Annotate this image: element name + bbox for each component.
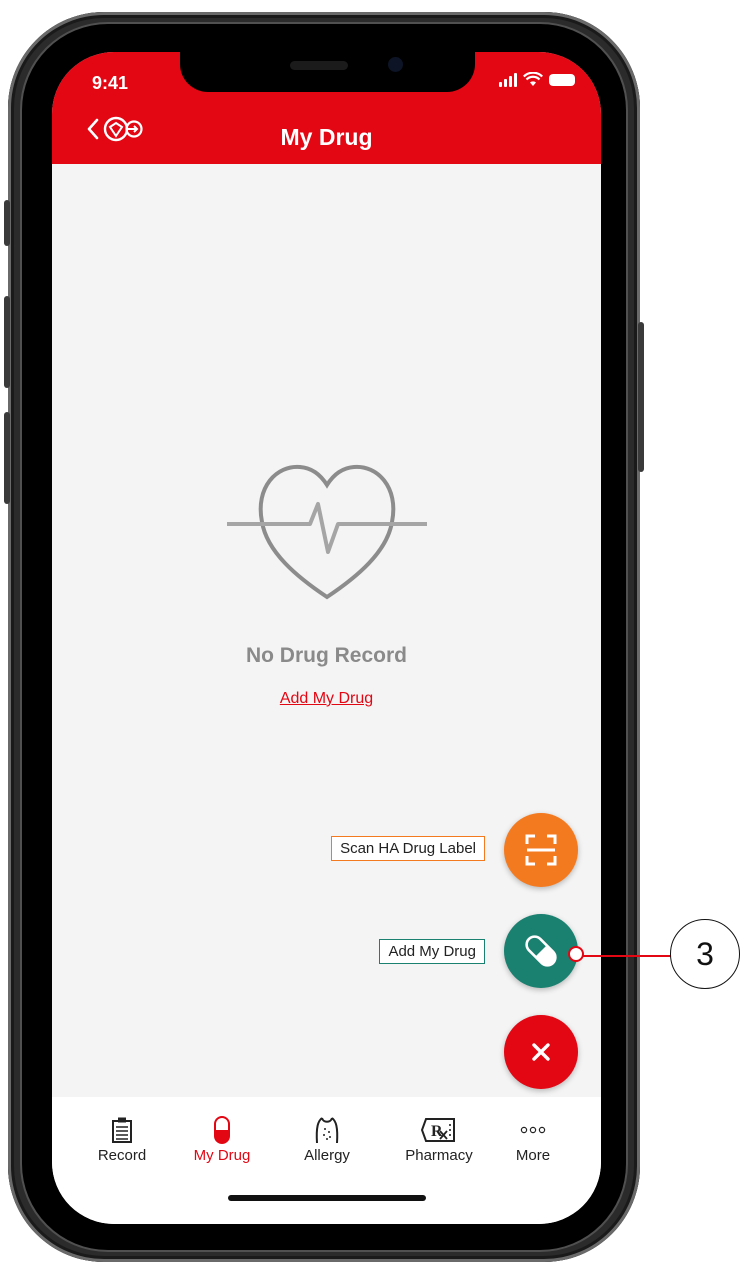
callout-dot [568,946,584,962]
front-camera [388,57,403,72]
add-drug-label-text[interactable]: Add My Drug [379,939,485,964]
wifi-icon [523,72,543,86]
cellular-signal-icon [499,72,517,87]
scan-label-text[interactable]: Scan HA Drug Label [331,836,485,861]
tab-my-drug[interactable]: My Drug [177,1113,267,1164]
rx-prescription-icon: R [421,1118,455,1142]
close-fab-menu-button[interactable] [504,1015,578,1089]
scan-drug-label-button[interactable] [504,813,578,887]
phone-screen: 9:41 My Drug No Drug Record Add My Drug … [52,52,601,1224]
bottom-tab-bar: Record My Drug Allergy R Pharmacy More [52,1097,601,1224]
capsule-icon [214,1116,230,1144]
heartbeat-icon [227,464,427,600]
phone-volume-up [4,296,10,388]
page-title: My Drug [280,124,373,150]
close-icon [532,1043,550,1061]
tab-label-pharmacy: Pharmacy [405,1147,473,1164]
speaker [290,61,348,70]
phone-power-button [638,322,644,472]
scan-icon [525,834,557,866]
empty-state-title: No Drug Record [245,644,407,667]
tab-allergy[interactable]: Allergy [282,1113,372,1164]
allergy-body-icon [315,1117,339,1144]
add-my-drug-link[interactable]: Add My Drug [52,690,601,708]
capsule-icon [525,935,557,967]
clipboard-icon [112,1117,132,1143]
tab-label-record: Record [97,1147,147,1164]
battery-icon [549,73,575,86]
tab-record[interactable]: Record [77,1113,167,1164]
phone-volume-down [4,412,10,504]
tab-label-more: More [515,1147,551,1164]
notch [180,52,475,92]
callout-line [580,955,674,957]
tab-label-my-drug: My Drug [193,1147,251,1164]
callout-number: 3 [670,919,740,989]
phone-mute-switch [4,200,10,246]
home-indicator[interactable] [228,1195,426,1201]
tab-pharmacy[interactable]: R Pharmacy [394,1113,484,1164]
tab-label-allergy: Allergy [304,1147,350,1164]
add-my-drug-button[interactable] [504,914,578,988]
status-icons [499,72,575,87]
tab-more[interactable]: More [488,1113,578,1164]
status-time: 9:41 [92,73,129,93]
more-dots-icon [520,1126,546,1134]
